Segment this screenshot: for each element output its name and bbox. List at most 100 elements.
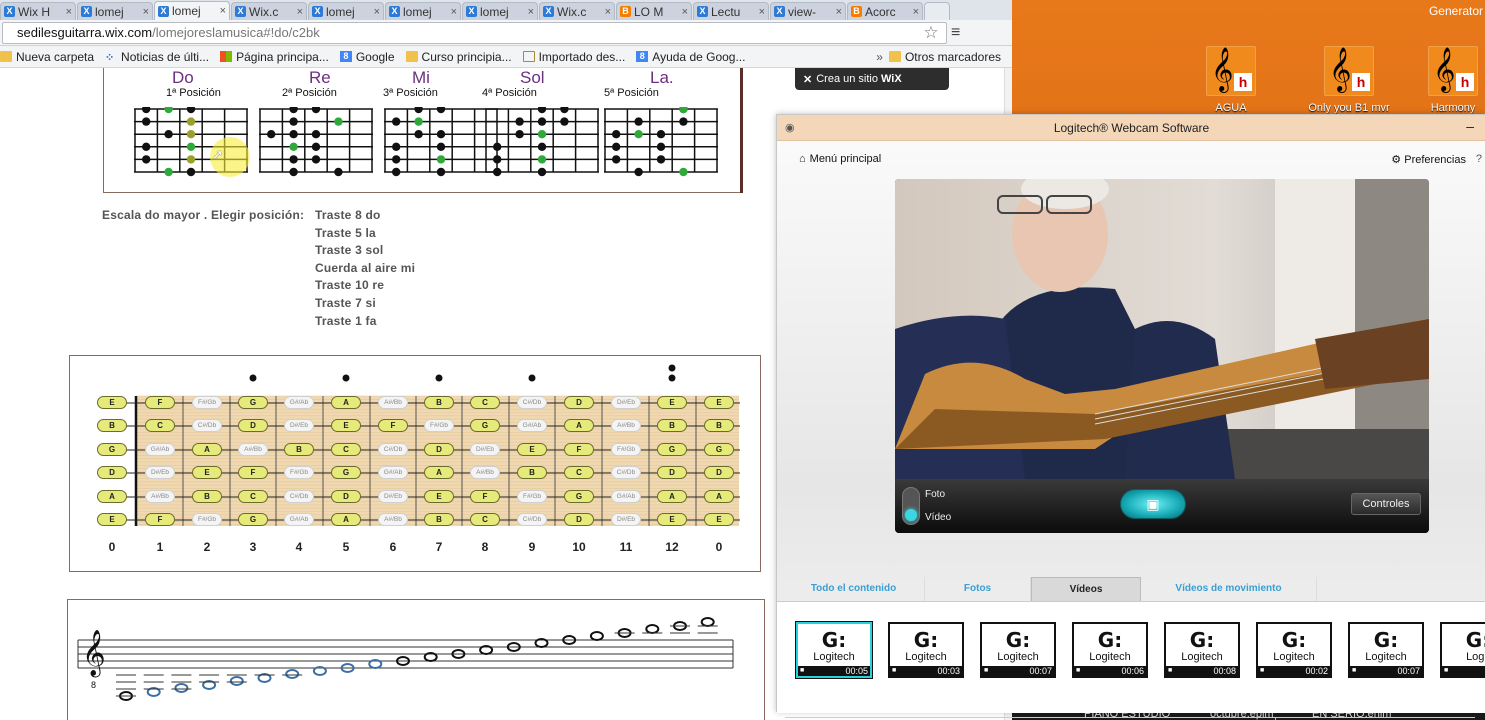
tab-close-icon[interactable]: × — [528, 6, 534, 18]
media-tab[interactable]: Fotos — [925, 577, 1031, 601]
fret-number: 8 — [481, 540, 489, 554]
video-thumbnail[interactable]: G꞉ Logitech ■ 00:03 — [888, 622, 964, 678]
finger-dot — [267, 130, 276, 139]
note-pill: F#/Gb — [517, 490, 547, 503]
browser-tab[interactable]: B Acorc × — [847, 2, 923, 20]
position-diagram — [384, 107, 498, 177]
bookmark-item[interactable]: Nueva carpeta — [0, 50, 94, 64]
finger-dot — [142, 117, 151, 126]
video-camera-icon: ■ — [1352, 667, 1357, 674]
tab-close-icon[interactable]: × — [836, 6, 842, 18]
url-field[interactable]: sedilesguitarra.wix.com/lomejoreslamusic… — [2, 21, 947, 44]
browser-tab[interactable]: X Wix.c × — [539, 2, 615, 20]
tab-close-icon[interactable]: × — [66, 6, 72, 18]
menu-icon[interactable]: ≡ — [951, 24, 960, 42]
staff-note — [285, 669, 300, 679]
note-pill: G — [564, 490, 594, 503]
finger-dot — [164, 130, 173, 139]
wix-x-icon: ✕ — [803, 73, 813, 86]
tab-close-icon[interactable]: × — [220, 5, 226, 17]
media-tab[interactable]: Vídeos — [1031, 577, 1141, 601]
thumbnail-duration-bar: ■ 00:08 — [1166, 666, 1238, 676]
bookmark-star-icon[interactable]: ☆ — [921, 23, 941, 43]
browser-tab[interactable]: Xlomej × — [154, 1, 230, 20]
video-thumbnail[interactable]: G꞉ Logitech ■ 00:07 — [1348, 622, 1424, 678]
finger-dot — [289, 107, 298, 114]
desktop-icon-agua[interactable]: 𝄞 h AGUA — [1204, 46, 1258, 114]
desktop-icon-only-you[interactable]: 𝄞 h Only you B1 mvr — [1308, 46, 1390, 114]
more-bookmarks-icon[interactable]: » — [876, 50, 883, 64]
home-button[interactable]: ⌂ Menú principal — [799, 153, 881, 165]
video-thumbnail[interactable]: G꞉ Logitech ■ 00:05 — [795, 621, 873, 679]
bookmarks-bar: Nueva carpeta ⁘ Noticias de últi... Página … — [0, 46, 1012, 68]
video-mode-label[interactable]: Vídeo — [925, 512, 951, 523]
bookmark-item[interactable]: Página principa... — [220, 50, 329, 64]
note-pill: F#/Gb — [192, 513, 222, 526]
video-thumbnail[interactable]: G꞉ Logitech ■ 00:08 — [1164, 622, 1240, 678]
preferences-button[interactable]: ⚙ Preferencias ? — [1391, 153, 1482, 166]
media-tab[interactable]: Vídeos de movimiento — [1141, 577, 1317, 601]
browser-tab[interactable]: Xlomej × — [462, 2, 538, 20]
browser-tab[interactable]: Xlomej × — [77, 2, 153, 20]
bookmark-item[interactable]: Importado des... — [522, 50, 625, 64]
browser-tab[interactable]: Xview- × — [770, 2, 846, 20]
video-thumbnail[interactable]: G꞉ Logitech ■ 00:02 — [1256, 622, 1332, 678]
finger-dot — [414, 117, 423, 126]
bookmark-item[interactable]: ⁘ Noticias de últi... — [105, 50, 209, 65]
tab-label: Lectu — [711, 4, 741, 19]
video-camera-icon: ■ — [1168, 667, 1173, 674]
other-bookmarks[interactable]: Otros marcadores — [888, 50, 1001, 64]
window-system-icon[interactable]: ◉ — [785, 115, 795, 141]
note-pill: G#/Ab — [284, 513, 314, 526]
position-label: 5ª Posición — [604, 87, 659, 99]
video-thumbnail[interactable]: G꞉Logit ■ — [1440, 622, 1485, 678]
note-pill: C#/Db — [192, 419, 222, 432]
tab-close-icon[interactable]: × — [682, 6, 688, 18]
record-button[interactable]: ▣ — [1120, 489, 1186, 519]
new-tab-button[interactable] — [924, 2, 950, 20]
media-tabs: Todo el contenido Fotos Vídeos Vídeos de mo… — [783, 577, 1485, 601]
finger-dot — [436, 142, 446, 151]
tab-close-icon[interactable]: × — [297, 6, 303, 18]
bookmark-item[interactable]: Curso principia... — [405, 50, 512, 64]
tab-close-icon[interactable]: × — [374, 6, 380, 18]
browser-tab[interactable]: Xlomej × — [385, 2, 461, 20]
photo-mode-label[interactable]: Foto — [925, 489, 945, 500]
tab-close-icon[interactable]: × — [759, 6, 765, 18]
media-tab[interactable]: Todo el contenido — [783, 577, 925, 601]
tab-close-icon[interactable]: × — [451, 6, 457, 18]
instruction-line: Traste 10 re — [315, 278, 385, 293]
note-pill: F — [564, 443, 594, 456]
wix-banner[interactable]: ✕ Crea un sitio WiX — [795, 68, 949, 90]
video-thumbnail[interactable]: G꞉ Logitech ■ 00:07 — [980, 622, 1056, 678]
desktop-icon-harmony[interactable]: 𝄞 h Harmony — [1426, 46, 1480, 114]
note-name: Sol — [520, 68, 545, 87]
tab-close-icon[interactable]: × — [605, 6, 611, 18]
help-icon[interactable]: ? — [1476, 153, 1482, 165]
browser-tab[interactable]: Xlomej × — [308, 2, 384, 20]
bookmark-label: Página principa... — [236, 49, 329, 64]
browser-tab[interactable]: X Wix H × — [0, 2, 76, 20]
tab-close-icon[interactable]: × — [143, 6, 149, 18]
g-icon: 8 — [339, 51, 352, 62]
home-label: Menú principal — [809, 153, 882, 165]
minimize-icon[interactable]: – — [1466, 113, 1474, 139]
tab-close-icon[interactable]: × — [913, 6, 919, 18]
browser-tab[interactable]: B LO M × — [616, 2, 692, 20]
bookmark-item[interactable]: 8 Ayuda de Goog... — [636, 50, 745, 64]
video-camera-icon: ■ — [1444, 667, 1449, 674]
note-pill: G#/Ab — [611, 490, 641, 503]
photo-video-toggle[interactable] — [902, 487, 920, 525]
video-thumbnail[interactable]: G꞉ Logitech ■ 00:06 — [1072, 622, 1148, 678]
finger-dot — [656, 155, 666, 164]
webcam-titlebar[interactable]: ◉ Logitech® Webcam Software – — [777, 115, 1485, 141]
staff-drawing: 𝄞8 — [77, 617, 734, 701]
browser-tab[interactable]: X Wix.c × — [231, 2, 307, 20]
fret-number: 4 — [295, 540, 303, 554]
controls-button[interactable]: Controles — [1351, 493, 1421, 515]
position-diagram — [259, 107, 373, 177]
finger-dot — [634, 130, 643, 139]
browser-tab[interactable]: X Lectu × — [693, 2, 769, 20]
note-pill: A#/Bb — [238, 443, 268, 456]
bookmark-item[interactable]: 8 Google — [339, 50, 395, 64]
